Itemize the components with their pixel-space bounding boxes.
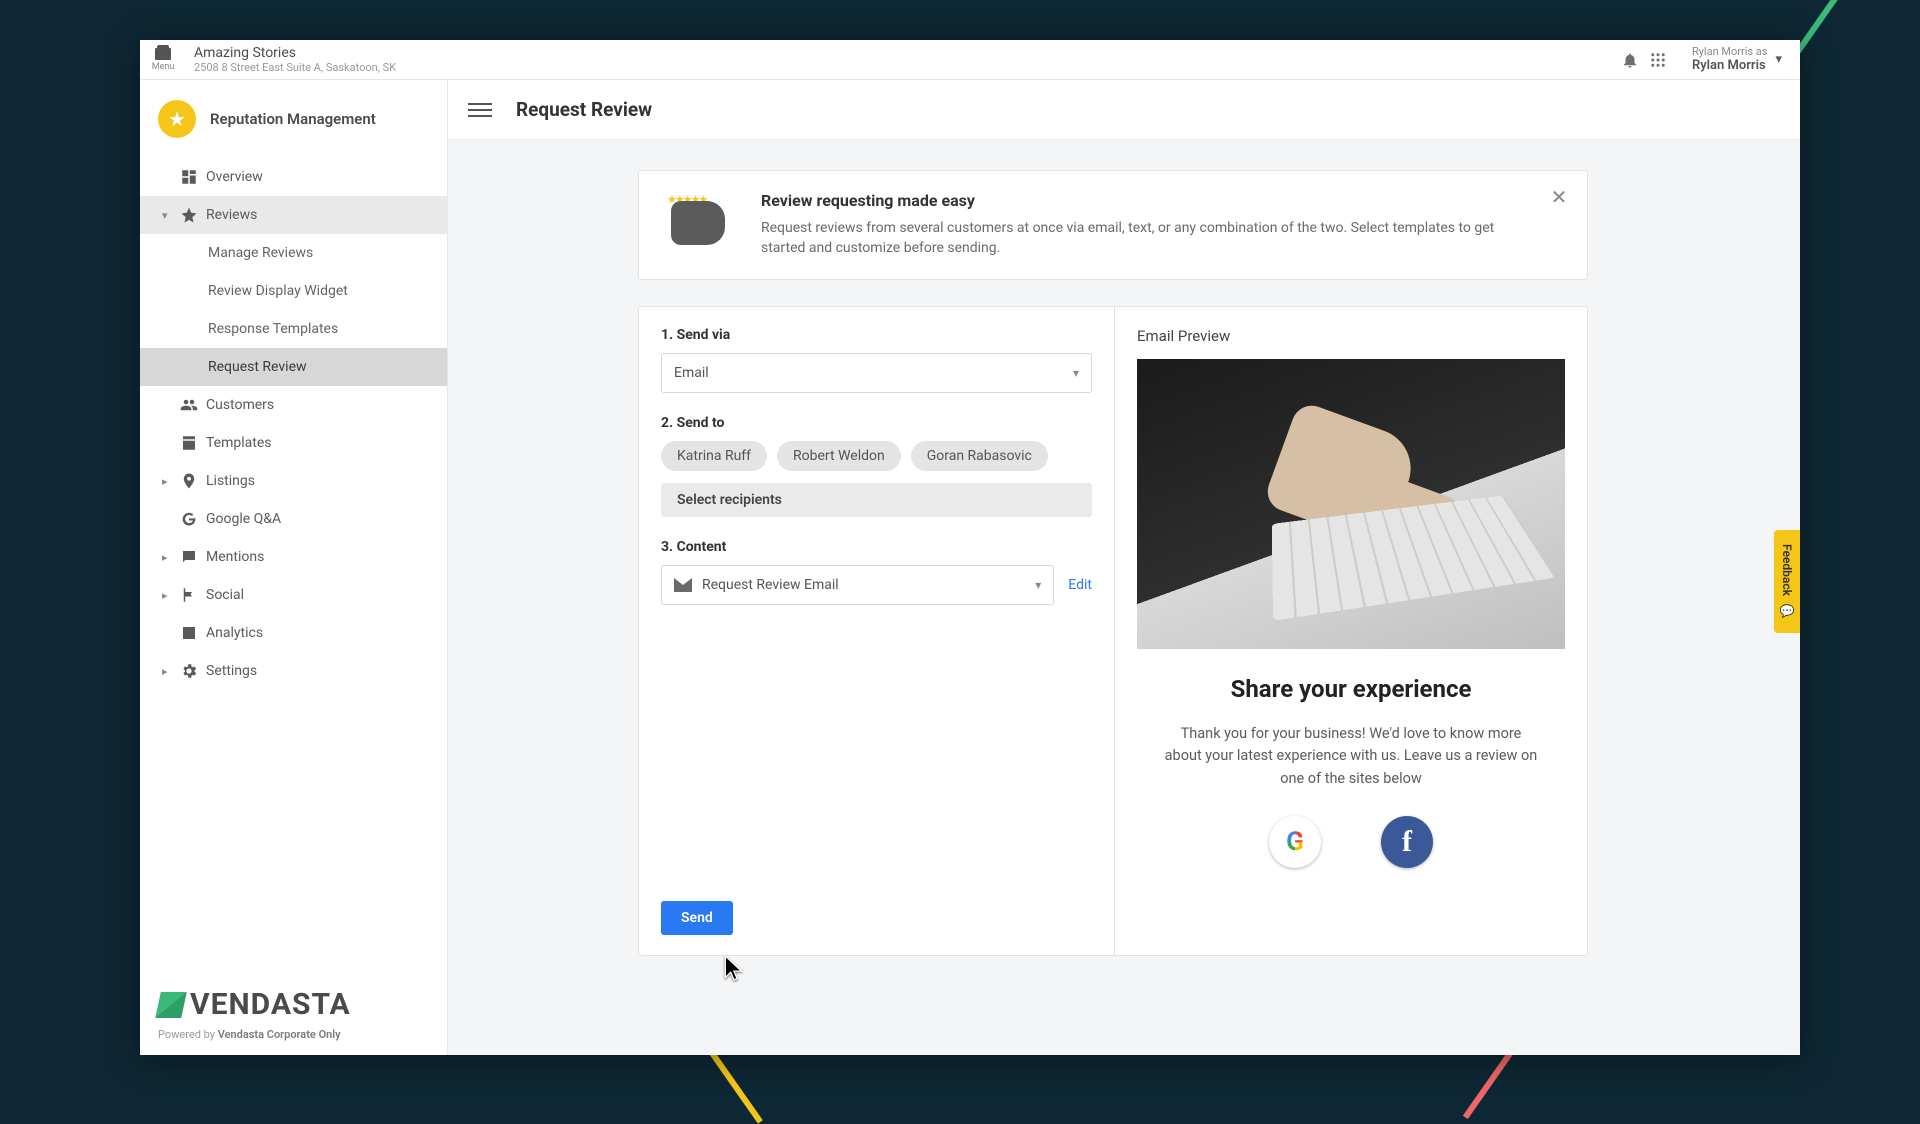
recipient-chip[interactable]: Goran Rabasovic xyxy=(911,441,1048,471)
select-recipients-button[interactable]: Select recipients xyxy=(661,483,1092,517)
mail-icon xyxy=(674,578,692,592)
business-name: Amazing Stories xyxy=(194,45,396,62)
apps-grid-icon[interactable] xyxy=(1644,46,1672,74)
google-icon xyxy=(172,510,206,528)
facebook-review-icon[interactable]: f xyxy=(1381,816,1433,868)
banner-illustration: ★★★★★ xyxy=(661,191,739,251)
send-via-value: Email xyxy=(674,365,709,381)
main-menu-button[interactable]: Menu xyxy=(146,48,180,72)
sidebar-nav: Overview ▾ Reviews Manage Reviews Review… xyxy=(140,158,447,690)
content-template-value: Request Review Email xyxy=(702,577,839,593)
chevron-down-icon: ▾ xyxy=(162,209,172,222)
main-area: Request Review ★★★★★ Review requesting m… xyxy=(448,80,1800,1055)
recipient-chips: Katrina Ruff Robert Weldon Goran Rabasov… xyxy=(661,441,1092,471)
page-header: Request Review xyxy=(448,80,1800,140)
sidebar-item-customers[interactable]: Customers xyxy=(140,386,447,424)
pin-icon xyxy=(172,472,206,490)
info-banner: ★★★★★ Review requesting made easy Reques… xyxy=(638,170,1588,280)
chat-icon: 💬 xyxy=(1780,604,1794,619)
chevron-right-icon: ▸ xyxy=(162,475,172,488)
user-menu[interactable]: Rylan Morris as Rylan Morris ▾ xyxy=(1692,45,1782,74)
people-icon xyxy=(172,396,206,414)
product-name: Reputation Management xyxy=(210,110,376,128)
sidebar-footer: VENDASTA Powered by Vendasta Corporate O… xyxy=(140,967,447,1055)
dashboard-icon xyxy=(172,168,206,186)
sidebar-item-listings[interactable]: ▸ Listings xyxy=(140,462,447,500)
powered-by: Powered by Vendasta Corporate Only xyxy=(158,1028,429,1041)
page-content: ★★★★★ Review requesting made easy Reques… xyxy=(448,140,1800,1055)
recipient-chip[interactable]: Robert Weldon xyxy=(777,441,901,471)
preview-panel: Email Preview Share your experience Than… xyxy=(1115,306,1588,956)
top-bar: Menu Amazing Stories 2508 8 Street East … xyxy=(140,40,1800,80)
sidebar-item-google-qa[interactable]: Google Q&A xyxy=(140,500,447,538)
recipient-chip[interactable]: Katrina Ruff xyxy=(661,441,767,471)
sidebar-item-mentions[interactable]: ▸ Mentions xyxy=(140,538,447,576)
preview-hero-image xyxy=(1137,359,1565,649)
sidebar-item-social[interactable]: ▸ Social xyxy=(140,576,447,614)
hamburger-icon[interactable] xyxy=(468,98,492,122)
sidebar-item-overview[interactable]: Overview xyxy=(140,158,447,196)
app-window: Menu Amazing Stories 2508 8 Street East … xyxy=(140,40,1800,1055)
page-title: Request Review xyxy=(516,98,652,121)
step1-label: 1. Send via xyxy=(661,327,1092,343)
notifications-icon[interactable] xyxy=(1616,46,1644,74)
impersonation-label: Rylan Morris as xyxy=(1692,45,1768,58)
send-via-select[interactable]: Email ▾ xyxy=(661,353,1092,393)
chat-icon xyxy=(172,548,206,566)
document-icon xyxy=(172,434,206,452)
business-address: 2508 8 Street East Suite A, Saskatoon, S… xyxy=(194,61,396,74)
google-review-icon[interactable]: G xyxy=(1269,816,1321,868)
sidebar-sub-request-review[interactable]: Request Review xyxy=(140,348,447,386)
chevron-down-icon: ▾ xyxy=(1035,578,1041,592)
sidebar: ★ Reputation Management Overview ▾ Revie… xyxy=(140,80,448,1055)
sidebar-item-templates[interactable]: Templates xyxy=(140,424,447,462)
flag-icon xyxy=(172,586,206,604)
chevron-down-icon: ▾ xyxy=(1775,52,1782,68)
user-name: Rylan Morris xyxy=(1692,58,1768,74)
menu-label: Menu xyxy=(152,62,175,72)
sidebar-item-reviews[interactable]: ▾ Reviews xyxy=(140,196,447,234)
sidebar-sub-response-templates[interactable]: Response Templates xyxy=(140,310,447,348)
sidebar-sub-review-display-widget[interactable]: Review Display Widget xyxy=(140,272,447,310)
store-icon xyxy=(155,48,171,60)
chevron-right-icon: ▸ xyxy=(162,551,172,564)
bar-chart-icon xyxy=(172,624,206,642)
sidebar-item-analytics[interactable]: Analytics xyxy=(140,614,447,652)
business-context[interactable]: Amazing Stories 2508 8 Street East Suite… xyxy=(194,45,396,75)
content-template-select[interactable]: Request Review Email ▾ xyxy=(661,565,1054,605)
preview-heading: Share your experience xyxy=(1137,675,1565,703)
chevron-right-icon: ▸ xyxy=(162,665,172,678)
close-icon[interactable]: ✕ xyxy=(1547,185,1571,209)
edit-template-link[interactable]: Edit xyxy=(1068,577,1092,593)
compose-panel: 1. Send via Email ▾ 2. Send to Katrina R… xyxy=(638,306,1115,956)
feedback-tab[interactable]: Feedback 💬 xyxy=(1774,530,1800,633)
preview-body: Thank you for your business! We'd love t… xyxy=(1137,723,1565,790)
product-header[interactable]: ★ Reputation Management xyxy=(140,80,447,158)
vendor-logo: VENDASTA xyxy=(158,987,429,1022)
sidebar-item-settings[interactable]: ▸ Settings xyxy=(140,652,447,690)
star-icon: ★ xyxy=(158,100,196,138)
chevron-down-icon: ▾ xyxy=(1073,366,1079,380)
send-button[interactable]: Send xyxy=(661,901,733,935)
preview-panel-title: Email Preview xyxy=(1137,327,1565,345)
sidebar-sub-manage-reviews[interactable]: Manage Reviews xyxy=(140,234,447,272)
step2-label: 2. Send to xyxy=(661,415,1092,431)
banner-title: Review requesting made easy xyxy=(761,191,1537,210)
star-icon xyxy=(172,206,206,224)
chevron-right-icon: ▸ xyxy=(162,589,172,602)
vendor-logo-icon xyxy=(155,992,187,1018)
step3-label: 3. Content xyxy=(661,539,1092,555)
gear-icon xyxy=(172,662,206,680)
banner-body: Request reviews from several customers a… xyxy=(761,218,1537,259)
